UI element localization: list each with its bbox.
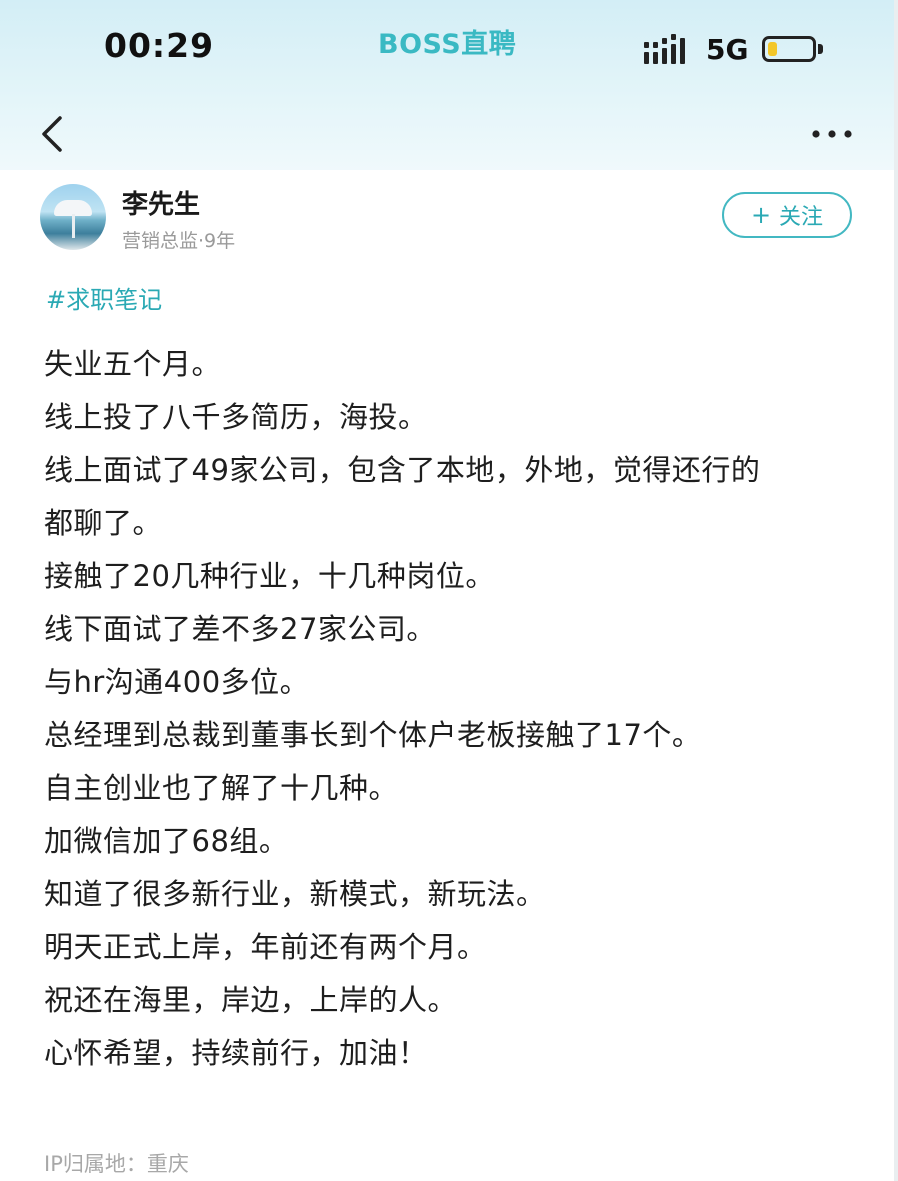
battery-icon	[762, 36, 816, 62]
post-line: 都聊了。	[44, 506, 163, 540]
more-dots-icon[interactable]	[808, 126, 856, 142]
battery-tip	[818, 44, 823, 54]
topic-tag[interactable]: #求职笔记	[46, 280, 162, 315]
signal-strength-icon	[644, 34, 685, 64]
chevron-left-icon[interactable]	[36, 112, 66, 156]
plus-icon: +	[750, 201, 772, 229]
post-line: 明天正式上岸，年前还有两个月。	[44, 930, 487, 964]
post-line: 总经理到总裁到董事长到个体户老板接触了17个。	[44, 718, 702, 752]
post-line: 线下面试了差不多27家公司。	[44, 612, 436, 646]
author-name[interactable]: 李先生	[122, 184, 200, 221]
screen-edge	[894, 0, 898, 1181]
status-time: 00:29	[104, 26, 215, 65]
app-brand-label: BOSS直聘	[378, 29, 517, 60]
follow-label: 关注	[779, 205, 824, 230]
post-line: 祝还在海里，岸边，上岸的人。	[44, 983, 458, 1017]
post-line: 与hr沟通400多位。	[44, 665, 310, 699]
ip-location: IP归属地：重庆	[44, 1152, 189, 1176]
post-line: 线上投了八千多简历，海投。	[44, 400, 428, 434]
post-line: 接触了20几种行业，十几种岗位。	[44, 559, 495, 593]
post-line: 自主创业也了解了十几种。	[44, 771, 399, 805]
network-type: 5G	[706, 33, 749, 66]
post-body: 失业五个月。 线上投了八千多简历，海投。 线上面试了49家公司，包含了本地，外地…	[44, 338, 864, 1080]
post-line: 失业五个月。	[44, 347, 222, 381]
post-line: 加微信加了68组。	[44, 824, 289, 858]
battery-level	[768, 42, 777, 56]
post-line: 知道了很多新行业，新模式，新玩法。	[44, 877, 546, 911]
status-bar: 00:29 BOSS直聘 5G	[0, 0, 898, 100]
avatar-pole-shape	[72, 214, 75, 238]
avatar[interactable]	[40, 184, 106, 250]
post-line: 心怀希望，持续前行，加油！	[44, 1036, 428, 1070]
follow-button[interactable]: + 关注	[722, 192, 852, 238]
post-line: 线上面试了49家公司，包含了本地，外地，觉得还行的	[44, 453, 761, 487]
author-meta: 营销总监·9年	[122, 230, 236, 252]
